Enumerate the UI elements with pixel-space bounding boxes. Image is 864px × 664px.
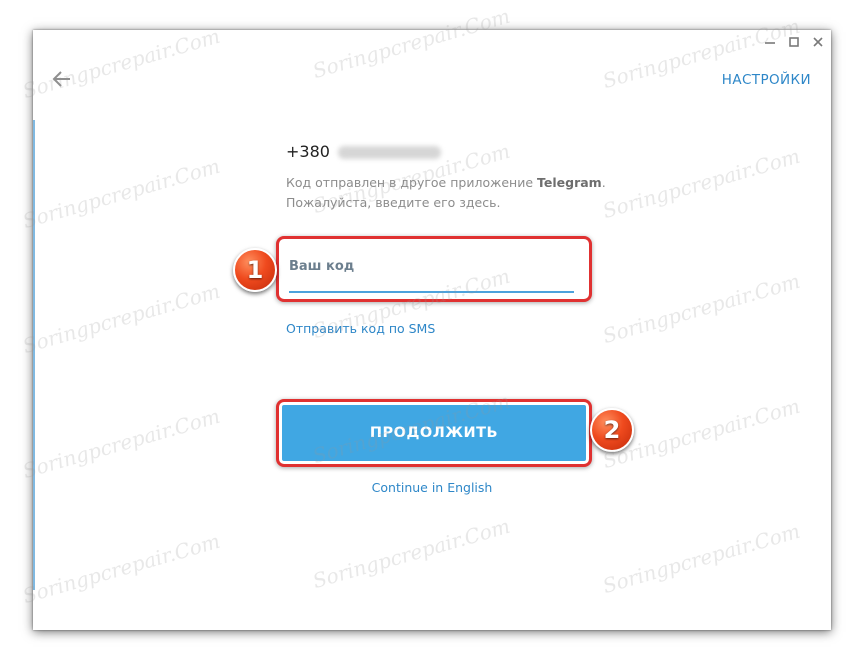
- left-edge-strip: [33, 120, 35, 590]
- phone-number-blurred: [337, 146, 441, 159]
- close-icon[interactable]: [811, 34, 825, 48]
- send-sms-link[interactable]: Отправить код по SMS: [286, 321, 435, 336]
- continue-button[interactable]: ПРОДОЛЖИТЬ: [282, 405, 586, 461]
- step-1-badge: 1: [233, 248, 277, 292]
- arrow-left-icon[interactable]: [51, 68, 73, 90]
- minimize-icon[interactable]: [763, 34, 777, 48]
- step-2-badge: 2: [590, 408, 634, 452]
- window-titlebar: [741, 30, 831, 52]
- description-prefix: Код отправлен в другое приложение: [286, 175, 538, 190]
- code-sent-description: Код отправлен в другое приложение Telegr…: [286, 173, 616, 213]
- code-input[interactable]: [289, 249, 574, 293]
- telegram-window: НАСТРОЙКИ +380 Код отправлен в другое пр…: [33, 30, 831, 630]
- settings-button[interactable]: НАСТРОЙКИ: [722, 72, 811, 88]
- continue-button-highlight: ПРОДОЛЖИТЬ: [276, 399, 592, 467]
- code-input-highlight: [276, 236, 592, 302]
- phone-number: +380: [286, 142, 441, 161]
- description-suffix: .: [601, 175, 606, 190]
- phone-prefix: +380: [286, 142, 330, 161]
- continue-in-english-text[interactable]: Continue in English: [372, 480, 493, 495]
- description-line2: Пожалуйста, введите его здесь.: [286, 195, 501, 210]
- maximize-icon[interactable]: [787, 34, 801, 48]
- continue-in-english-link: Continue in English: [33, 480, 831, 495]
- screenshot-stage: НАСТРОЙКИ +380 Код отправлен в другое пр…: [0, 0, 864, 664]
- description-app: Telegram: [537, 175, 602, 190]
